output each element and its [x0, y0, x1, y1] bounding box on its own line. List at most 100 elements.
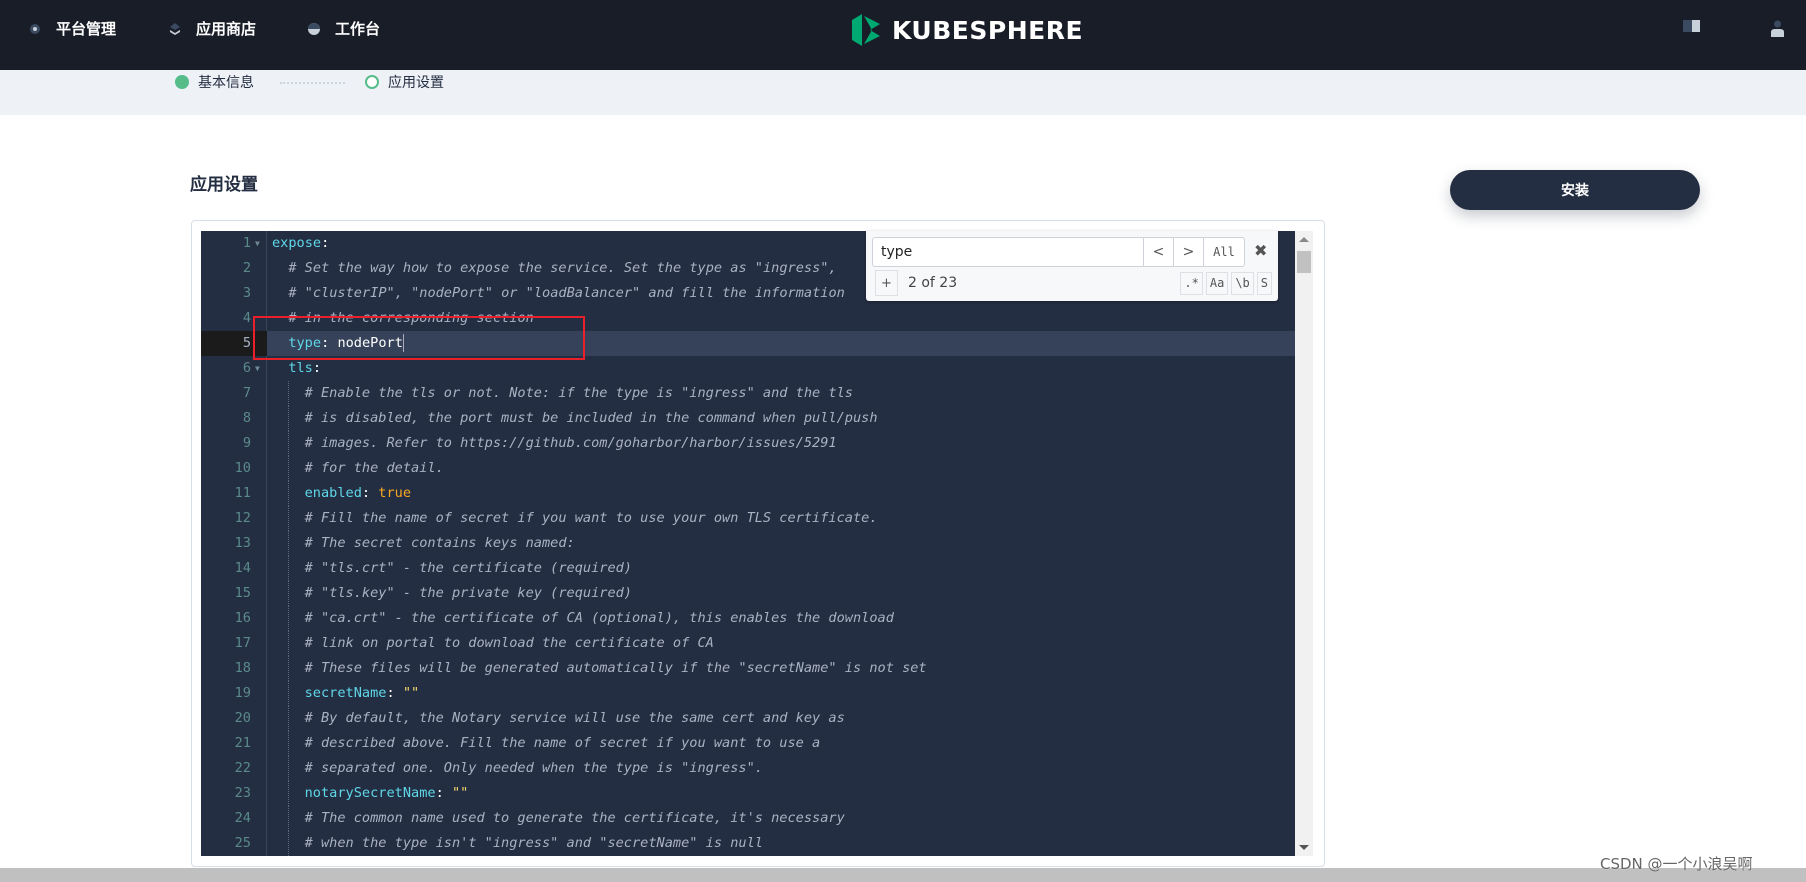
code-line[interactable]: 15 # "tls.key" - the private key (require…	[201, 581, 1295, 606]
yaml-value: ""	[451, 785, 469, 801]
code-text: # By default, the Notary service will us…	[272, 706, 845, 731]
line-number: 4	[242, 310, 251, 326]
user-icon[interactable]	[1771, 20, 1784, 37]
regex-toggle[interactable]: .*	[1180, 272, 1203, 295]
indent-guide	[272, 706, 288, 731]
install-button[interactable]: 安装	[1450, 170, 1700, 210]
step-label: 基本信息	[198, 75, 254, 91]
code-text: # The common name used to generate the c…	[272, 806, 845, 831]
toggle-replace-button[interactable]: +	[875, 270, 898, 296]
line-number: 7	[242, 385, 251, 401]
line-number: 14	[234, 560, 251, 576]
nav-appstore[interactable]: 应用商店	[168, 18, 256, 39]
indent-guide	[288, 781, 304, 806]
line-number: 11	[234, 485, 251, 501]
code-line[interactable]: 22 # separated one. Only needed when the …	[201, 756, 1295, 781]
code-line[interactable]: 10 # for the detail.	[201, 456, 1295, 481]
nav-platform[interactable]: 平台管理	[28, 18, 116, 39]
horizontal-scrollbar[interactable]	[0, 868, 1806, 882]
code-line[interactable]: 25 # when the type isn't "ingress" and "s…	[201, 831, 1295, 856]
code-line[interactable]: 12 # Fill the name of secret if you want …	[201, 506, 1295, 531]
indent-guide	[288, 431, 304, 456]
select-all-button[interactable]: All	[1203, 238, 1244, 266]
line-number: 23	[234, 785, 251, 801]
indent-guide	[272, 631, 288, 656]
yaml-key: enabled	[304, 485, 362, 501]
code-line[interactable]: 14 # "tls.crt" - the certificate (require…	[201, 556, 1295, 581]
code-line[interactable]: 11 enabled: true	[201, 481, 1295, 506]
indent-guide	[272, 831, 288, 856]
code-line[interactable]: 23 notarySecretName: ""	[201, 781, 1295, 806]
indent-guide	[272, 456, 288, 481]
code-text: # Fill the name of secret if you want to…	[272, 506, 878, 531]
prev-match-button[interactable]: <	[1143, 238, 1173, 266]
code-line[interactable]: 18 # These files will be generated automa…	[201, 656, 1295, 681]
indent-guide	[288, 756, 304, 781]
page-title: 应用设置	[190, 175, 258, 195]
code-line[interactable]: 13 # The secret contains keys named:	[201, 531, 1295, 556]
step-current-icon	[365, 75, 379, 89]
yaml-key: expose	[272, 235, 322, 251]
yaml-comment: # By default, the Notary service will us…	[304, 710, 845, 726]
line-number: 2	[242, 260, 251, 276]
kubesphere-logo[interactable]: KUBESPHERE	[850, 12, 1083, 48]
indent-guide	[288, 481, 304, 506]
whole-word-toggle[interactable]: \b	[1231, 272, 1254, 295]
code-text: # for the detail.	[272, 456, 444, 481]
line-number: 3	[242, 285, 251, 301]
book-icon[interactable]	[1683, 20, 1701, 34]
indent-guide	[272, 281, 288, 306]
indent-guide	[272, 681, 288, 706]
line-number: 24	[234, 810, 251, 826]
code-line[interactable]: 16 # "ca.crt" - the certificate of CA (op…	[201, 606, 1295, 631]
yaml-comment: # "clusterIP", "nodePort" or "loadBalanc…	[288, 285, 845, 301]
code-line[interactable]: 19 secretName: ""	[201, 681, 1295, 706]
logo-text: KUBESPHERE	[892, 15, 1084, 45]
code-text: # "ca.crt" - the certificate of CA (opti…	[272, 606, 894, 631]
scroll-down-icon[interactable]	[1299, 845, 1309, 850]
yaml-comment: # separated one. Only needed when the ty…	[304, 760, 763, 776]
nav-workbench[interactable]: 工作台	[307, 18, 380, 39]
code-line[interactable]: 9 # images. Refer to https://github.com/g…	[201, 431, 1295, 456]
code-text: # Enable the tls or not. Note: if the ty…	[272, 381, 853, 406]
indent-guide	[288, 731, 304, 756]
line-number: 9	[242, 435, 251, 451]
search-input[interactable]	[873, 238, 1143, 266]
scroll-up-icon[interactable]	[1299, 237, 1309, 242]
code-text: secretName: ""	[272, 681, 419, 706]
close-icon[interactable]: ✖	[1254, 241, 1267, 260]
yaml-key: tls	[288, 360, 313, 376]
yaml-comment: # "tls.key" - the private key (required)	[304, 585, 632, 601]
case-sensitive-toggle[interactable]: Aa	[1205, 272, 1229, 295]
yaml-comment: # described above. Fill the name of secr…	[304, 735, 821, 751]
code-line[interactable]: 8 # is disabled, the port must be include…	[201, 406, 1295, 431]
code-text: # separated one. Only needed when the ty…	[272, 756, 763, 781]
indent-guide	[272, 731, 288, 756]
code-text: # when the type isn't "ingress" and "sec…	[272, 831, 763, 856]
code-line[interactable]: 20 # By default, the Notary service will …	[201, 706, 1295, 731]
search-in-selection-toggle[interactable]: S	[1256, 272, 1272, 295]
code-line[interactable]: 17 # link on portal to download the certi…	[201, 631, 1295, 656]
yaml-comment: # These files will be generated automati…	[304, 660, 927, 676]
scrollbar-thumb[interactable]	[1297, 251, 1311, 273]
indent-guide	[272, 256, 288, 281]
yaml-value: ""	[402, 685, 420, 701]
vertical-scrollbar[interactable]	[1295, 231, 1313, 856]
indent-guide	[288, 831, 304, 856]
indent-guide	[272, 406, 288, 431]
indent-guide	[288, 581, 304, 606]
code-text: # Set the way how to expose the service.…	[272, 256, 836, 281]
code-line[interactable]: 7 # Enable the tls or not. Note: if the t…	[201, 381, 1295, 406]
line-number: 25	[234, 835, 251, 851]
code-text: expose:	[272, 235, 338, 251]
indent-guide	[288, 531, 304, 556]
indent-guide	[272, 531, 288, 556]
step-band	[0, 70, 1806, 115]
next-match-button[interactable]: >	[1173, 238, 1203, 266]
code-text: # "clusterIP", "nodePort" or "loadBalanc…	[272, 281, 845, 306]
fold-arrow-icon[interactable]: ▼	[255, 231, 260, 256]
code-line[interactable]: 21 # described above. Fill the name of se…	[201, 731, 1295, 756]
indent-guide	[288, 506, 304, 531]
indent-guide	[288, 406, 304, 431]
code-line[interactable]: 24 # The common name used to generate the…	[201, 806, 1295, 831]
